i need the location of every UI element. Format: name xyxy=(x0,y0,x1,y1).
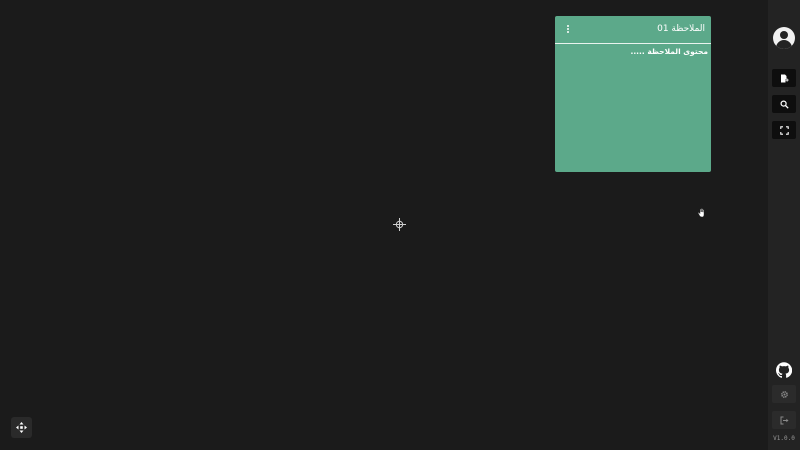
note-content[interactable]: محتوى الملاحظة ..... xyxy=(630,47,708,56)
fullscreen-button[interactable] xyxy=(772,121,796,139)
logout-icon xyxy=(780,416,788,424)
note-card[interactable]: الملاحظة 01 محتوى الملاحظة ..... xyxy=(555,16,711,172)
fullscreen-icon xyxy=(779,125,789,135)
right-sidebar: V1.0.0 xyxy=(768,0,800,450)
version-label: V1.0.0 xyxy=(773,435,795,442)
settings-button[interactable] xyxy=(772,385,796,403)
settings-icon xyxy=(780,390,788,398)
hand-cursor-icon xyxy=(698,208,705,218)
logout-button[interactable] xyxy=(772,411,796,429)
search-button[interactable] xyxy=(772,95,796,113)
add-note-icon xyxy=(780,74,789,82)
note-header[interactable]: الملاحظة 01 xyxy=(555,16,711,44)
pan-move-button[interactable] xyxy=(11,417,32,438)
user-avatar-icon[interactable] xyxy=(773,27,795,49)
more-vertical-icon[interactable] xyxy=(564,24,572,36)
move-arrows-icon xyxy=(16,422,27,433)
board-canvas[interactable]: الملاحظة 01 محتوى الملاحظة ..... xyxy=(0,0,768,450)
search-icon xyxy=(779,99,789,109)
add-note-button[interactable] xyxy=(772,69,796,87)
note-title[interactable]: الملاحظة 01 xyxy=(657,24,705,34)
github-icon[interactable] xyxy=(776,362,792,378)
crosshair-icon xyxy=(393,218,406,231)
